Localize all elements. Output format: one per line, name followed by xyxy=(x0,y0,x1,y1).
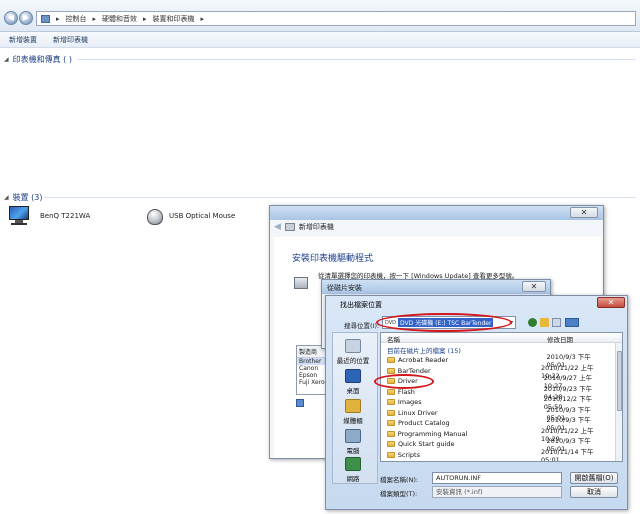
open-button[interactable]: 開啟舊檔(O) xyxy=(570,472,618,484)
group-divider xyxy=(78,59,636,60)
collapse-icon: ◢ xyxy=(4,56,9,63)
file-name: Quick Start guide xyxy=(397,440,455,449)
folder-icon xyxy=(387,357,395,364)
wizard-heading: 安裝印表機驅動程式 xyxy=(292,254,374,264)
lookin-label: 搜尋位置(I): xyxy=(344,322,380,330)
file-name: Acrobat Reader xyxy=(397,356,449,365)
address-bar[interactable]: ▸ 控制台 ▸ 硬體和音效 ▸ 裝置和印表機 ▸ xyxy=(36,11,636,26)
title-bar: ◀ ▶ ▸ 控制台 ▸ 硬體和音效 ▸ 裝置和印表機 ▸ xyxy=(0,0,640,32)
libraries-icon xyxy=(345,399,361,413)
device-usb-mouse[interactable]: USB Optical Mouse xyxy=(145,206,235,226)
desktop-icon xyxy=(345,369,361,383)
breadcrumb-separator: ▸ xyxy=(92,14,97,23)
place-label: 最近的位置 xyxy=(336,357,370,365)
file-name: Product Catalog xyxy=(397,419,450,428)
folder-icon xyxy=(387,420,395,427)
column-date-header[interactable]: 修改日期 xyxy=(547,334,573,344)
forward-button[interactable]: ▶ xyxy=(19,11,33,25)
filename-input[interactable]: AUTORUN.INF xyxy=(432,472,562,484)
printers-group-label: 印表機和傳真 ( ) xyxy=(12,55,72,64)
devices-group-header[interactable]: ◢ 裝置 (3) xyxy=(4,192,43,203)
devices-group-label: 裝置 (3) xyxy=(12,193,43,202)
close-button[interactable]: ✕ xyxy=(570,207,598,218)
file-name: Images xyxy=(397,398,422,407)
view-menu-icon[interactable] xyxy=(565,318,579,327)
control-panel-icon xyxy=(41,14,50,23)
highlight-annotation xyxy=(374,374,434,389)
monitor-icon xyxy=(8,206,30,226)
up-folder-icon[interactable] xyxy=(540,318,549,327)
vertical-scrollbar[interactable] xyxy=(615,343,622,461)
folder-icon xyxy=(387,409,395,416)
place-label: 桌面 xyxy=(346,387,360,395)
mouse-icon xyxy=(145,206,165,226)
printer-driver-icon xyxy=(294,277,308,289)
place-desktop[interactable]: 桌面 xyxy=(333,369,373,395)
add-printer-button[interactable]: 新增印表機 xyxy=(53,35,88,45)
filename-label: 檔案名稱(N): xyxy=(380,476,419,484)
scrollbar-thumb[interactable] xyxy=(617,351,622,411)
file-section-label: 目前在磁片上的檔案 (15) xyxy=(387,347,461,355)
file-row[interactable]: Scripts 2010/11/14 下午 05:01 xyxy=(381,448,611,461)
command-bar: 新增裝置 新增印表機 xyxy=(0,32,640,48)
back-button[interactable]: ◀ xyxy=(4,11,18,25)
back-arrow-icon[interactable]: ◀ xyxy=(274,222,281,232)
folder-icon xyxy=(387,451,395,458)
computer-icon xyxy=(345,429,361,443)
breadcrumb-devices-printers[interactable]: 裝置和印表機 xyxy=(153,14,195,24)
file-name: BarTender xyxy=(397,366,431,375)
place-label: 網路 xyxy=(346,475,360,483)
dialog-title: 找出檔案位置 xyxy=(340,301,382,309)
back-nav-icon[interactable] xyxy=(528,318,537,327)
window-titlebar xyxy=(270,206,603,220)
place-network[interactable]: 網路 xyxy=(333,457,373,483)
shield-icon xyxy=(296,399,304,407)
column-name-header[interactable]: 名稱 xyxy=(387,334,400,344)
folder-icon xyxy=(387,399,395,406)
file-list[interactable]: 名稱 修改日期 目前在磁片上的檔案 (15) Acrobat Reader 201… xyxy=(380,332,623,462)
breadcrumb-control-panel[interactable]: 控制台 xyxy=(66,14,87,24)
place-label: 媒體櫃 xyxy=(343,417,363,425)
group-divider xyxy=(44,197,636,198)
column-header-row: 名稱 修改日期 xyxy=(381,333,622,344)
highlight-annotation xyxy=(376,313,512,332)
close-button[interactable]: ✕ xyxy=(597,297,625,308)
breadcrumb-separator: ▸ xyxy=(56,14,60,23)
filetype-select[interactable]: 安裝資訊 (*.inf) xyxy=(432,486,562,498)
place-computer[interactable]: 電腦 xyxy=(333,429,373,455)
recent-places-icon xyxy=(345,339,361,353)
file-name: Scripts xyxy=(397,450,420,459)
folder-icon xyxy=(387,430,395,437)
wizard-header: ◀ 新增印表機 xyxy=(274,222,334,232)
breadcrumb-separator: ▸ xyxy=(143,14,147,23)
places-bar: 最近的位置 桌面 媒體櫃 電腦 網路 xyxy=(332,332,378,484)
file-date: 2010/11/14 下午 05:01 xyxy=(540,447,594,462)
open-file-dialog: 找出檔案位置 ✕ 搜尋位置(I): DVD DVD 光碟機 (E:) TSC B… xyxy=(325,295,628,510)
new-folder-icon[interactable] xyxy=(552,318,561,327)
window-title: 從磁片安裝 xyxy=(327,284,362,292)
breadcrumb-hardware-sound[interactable]: 硬體和音效 xyxy=(102,14,137,24)
filetype-label: 檔案類型(T): xyxy=(380,490,418,498)
printers-group-header[interactable]: ◢ 印表機和傳真 ( ) xyxy=(4,54,72,65)
add-device-button[interactable]: 新增裝置 xyxy=(9,35,37,45)
printer-icon xyxy=(284,223,295,231)
collapse-icon: ◢ xyxy=(4,194,9,201)
place-recent[interactable]: 最近的位置 xyxy=(333,339,373,365)
cancel-button[interactable]: 取消 xyxy=(570,486,618,498)
folder-icon xyxy=(387,441,395,448)
wizard-subtitle: 新增印表機 xyxy=(298,223,334,231)
device-benq-monitor[interactable]: BenQ T221WA xyxy=(8,206,90,226)
file-name: Linux Driver xyxy=(397,408,438,417)
close-button[interactable]: ✕ xyxy=(522,281,546,292)
place-label: 電腦 xyxy=(346,447,360,455)
device-name: BenQ T221WA xyxy=(40,212,91,220)
network-icon xyxy=(345,457,361,471)
device-name: USB Optical Mouse xyxy=(169,212,236,220)
file-name: Programming Manual xyxy=(397,429,468,438)
breadcrumb-separator: ▸ xyxy=(200,14,205,23)
folder-icon xyxy=(387,388,395,395)
file-name: Flash xyxy=(397,387,415,396)
folder-icon xyxy=(387,367,395,374)
place-libraries[interactable]: 媒體櫃 xyxy=(333,399,373,425)
